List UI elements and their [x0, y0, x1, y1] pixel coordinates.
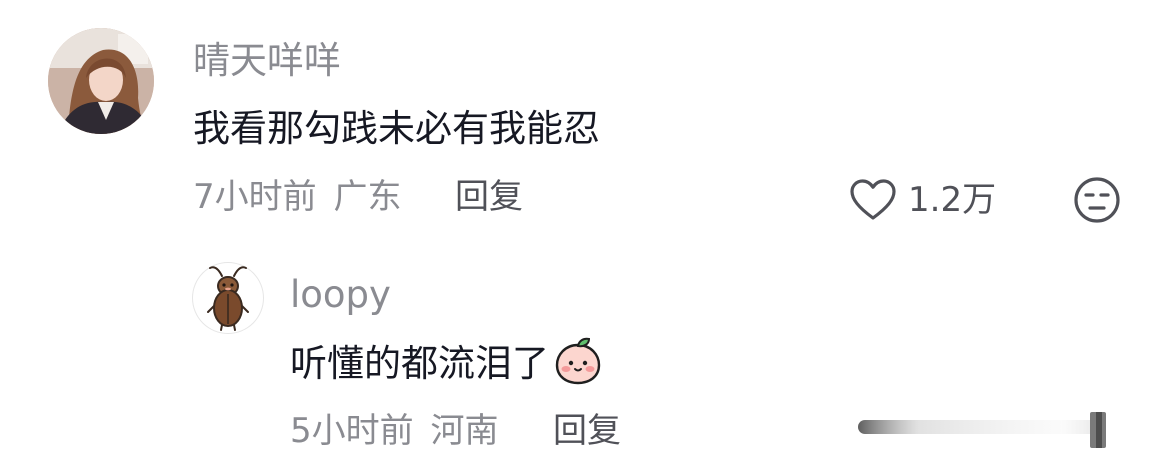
like-button[interactable]: 1.2万	[850, 176, 996, 224]
avatar[interactable]	[192, 262, 264, 334]
fade-bar-icon	[858, 412, 1106, 448]
expand-replies-bar[interactable]	[858, 412, 1120, 452]
avatar-photo-icon	[48, 28, 154, 134]
comment-text: 我看那勾践未必有我能忍	[193, 107, 600, 150]
reply-button[interactable]: 回复	[553, 414, 621, 448]
like-count: 1.2万	[908, 180, 997, 220]
comment-meta: 7小时前 广东	[193, 180, 401, 214]
location: 广东	[333, 177, 402, 217]
peach-face-emoji	[553, 335, 603, 391]
comment-text-row: 听懂的都流泪了	[290, 337, 603, 386]
timestamp: 5小时前	[290, 411, 414, 451]
reply-button[interactable]: 回复	[455, 180, 523, 214]
avatar[interactable]	[48, 28, 154, 134]
username[interactable]: loopy	[290, 276, 391, 313]
dislike-button[interactable]	[1073, 176, 1121, 224]
location: 河南	[430, 411, 499, 451]
unamused-face-icon	[1074, 177, 1120, 223]
cockroach-avatar-icon	[207, 266, 249, 331]
comment-meta: 5小时前 河南	[290, 414, 498, 448]
timestamp: 7小时前	[193, 177, 317, 217]
heart-outline-icon	[850, 179, 896, 220]
username[interactable]: 晴天咩咩	[193, 42, 341, 79]
peach-face-icon	[555, 337, 601, 385]
comment-text: 听懂的都流泪了	[290, 341, 549, 385]
